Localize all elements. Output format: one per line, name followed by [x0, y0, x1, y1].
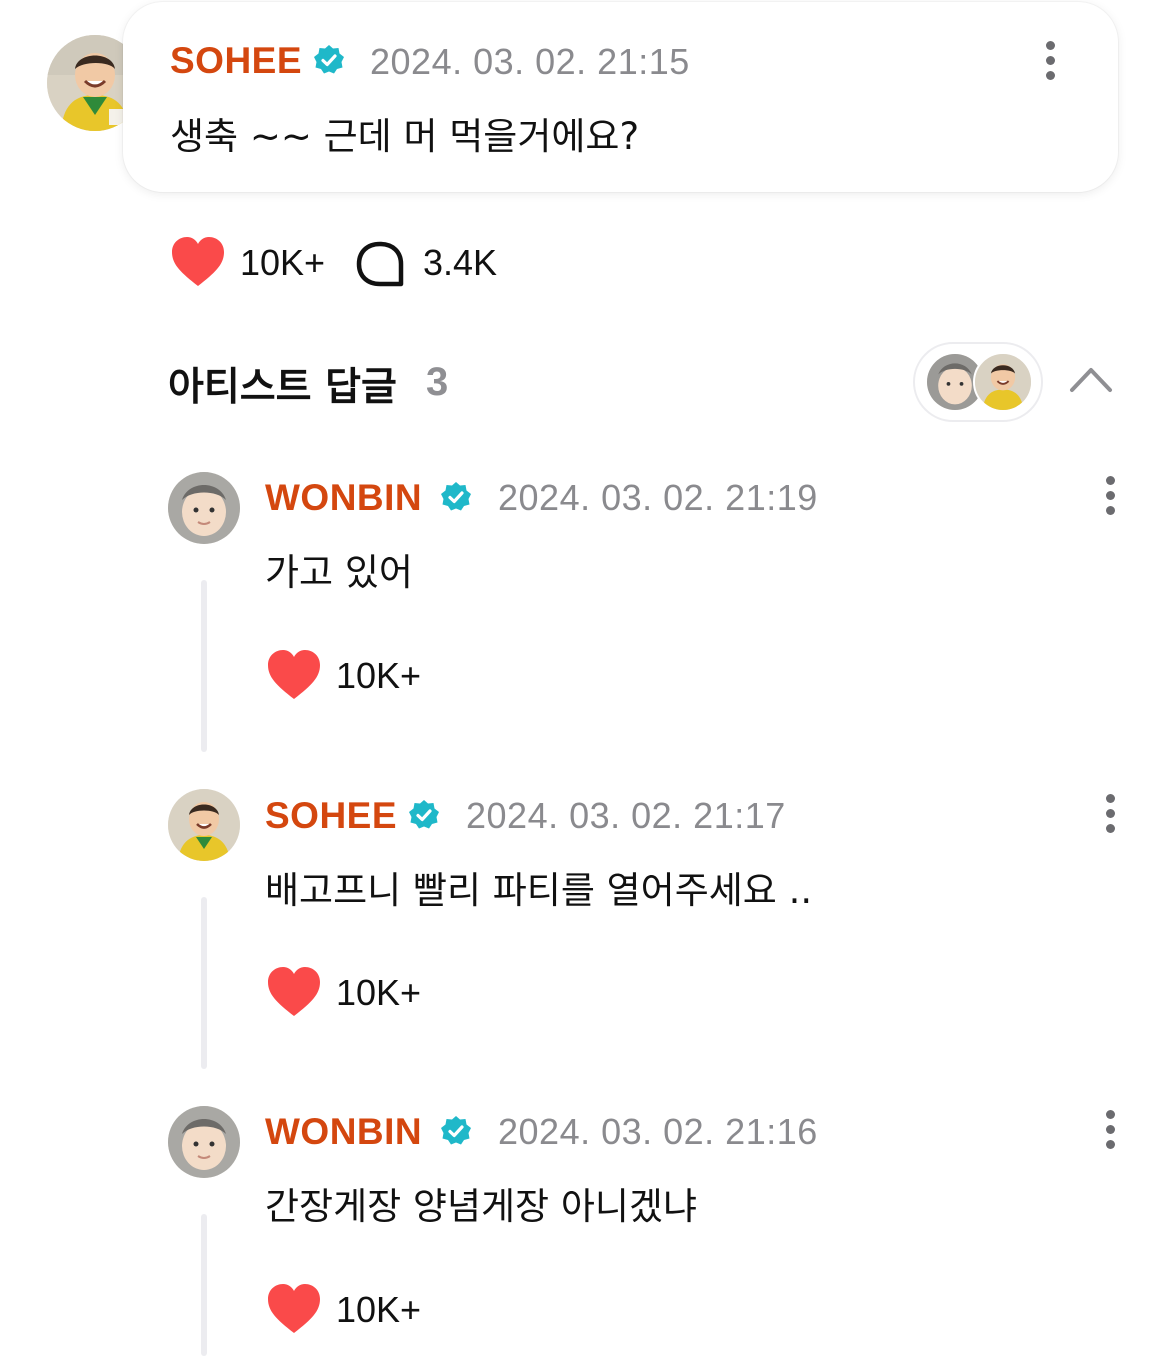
artist-avatar-stack[interactable] — [913, 342, 1043, 422]
more-options-icon[interactable] — [1100, 794, 1120, 838]
reply-like-count: 10K+ — [336, 972, 422, 1013]
comment-bubble-icon[interactable] — [355, 240, 405, 288]
verified-badge-icon — [314, 45, 344, 74]
thread-line — [201, 897, 207, 1069]
reply-text: 배고프니 빨리 파티를 열어주세요 .. — [265, 869, 813, 912]
reply-text: 가고 있어 — [265, 551, 413, 594]
reply-author-name[interactable]: WONBIN — [265, 477, 422, 519]
comment-author-name[interactable]: SOHEE — [170, 40, 302, 82]
more-options-icon[interactable] — [1100, 476, 1120, 520]
heart-icon[interactable] — [266, 649, 322, 701]
reply-like-count: 10K+ — [336, 1289, 422, 1330]
reply-timestamp: 2024. 03. 02. 21:19 — [498, 477, 818, 518]
chevron-up-icon[interactable] — [1068, 364, 1114, 394]
reply-timestamp: 2024. 03. 02. 21:16 — [498, 1111, 818, 1152]
reply-like-count: 10K+ — [336, 655, 422, 696]
reply-author-name[interactable]: WONBIN — [265, 1111, 422, 1153]
verified-badge-icon — [441, 1116, 471, 1145]
artist-replies-title: 아티스트 답글 — [168, 365, 397, 410]
reply-timestamp: 2024. 03. 02. 21:17 — [466, 795, 786, 836]
more-options-icon[interactable] — [1040, 41, 1060, 85]
reply-count: 3.4K — [423, 242, 498, 283]
comment-text: 생축 ~~ 근데 머 먹을거에요? — [170, 115, 640, 158]
avatar-sohee-small — [973, 352, 1033, 412]
heart-icon[interactable] — [170, 236, 226, 288]
avatar-wonbin[interactable] — [168, 472, 240, 544]
verified-badge-icon — [409, 800, 439, 829]
main-comment-card: SOHEE 2024. 03. 02. 21:15 생축 ~~ 근데 머 먹을거… — [123, 2, 1118, 192]
avatar-wonbin[interactable] — [168, 1106, 240, 1178]
reply-author-name[interactable]: SOHEE — [265, 795, 397, 837]
verified-badge-icon — [441, 482, 471, 511]
avatar-sohee[interactable] — [168, 789, 240, 861]
more-options-icon[interactable] — [1100, 1110, 1120, 1154]
like-count: 10K+ — [240, 242, 326, 283]
thread-line — [201, 580, 207, 752]
heart-icon[interactable] — [266, 1283, 322, 1335]
heart-icon[interactable] — [266, 966, 322, 1018]
reply-text: 간장게장 양념게장 아니겠냐 — [265, 1185, 698, 1228]
thread-line — [201, 1214, 207, 1356]
comment-timestamp: 2024. 03. 02. 21:15 — [370, 41, 690, 82]
artist-replies-count: 3 — [426, 360, 449, 404]
